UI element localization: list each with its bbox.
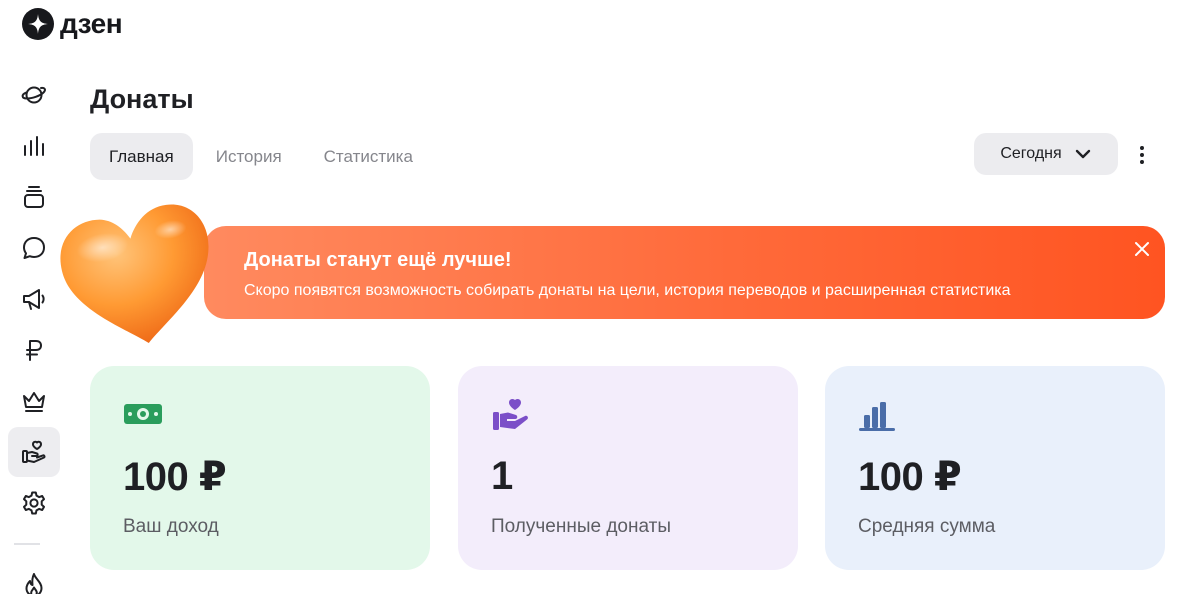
average-amount-value: 100 ₽ <box>858 455 962 499</box>
donations-count-card: 1 Полученные донаты <box>458 366 798 570</box>
hand-heart-icon <box>493 398 528 430</box>
tab-main[interactable]: Главная <box>90 133 193 180</box>
sidebar-item-feed[interactable] <box>8 70 60 120</box>
page-title: Донаты <box>90 84 194 114</box>
bar-chart-icon <box>859 402 895 431</box>
income-card: 100 ₽ Ваш доход <box>90 366 430 570</box>
sidebar-item-settings[interactable] <box>8 478 60 528</box>
period-dropdown[interactable]: Сегодня <box>974 133 1118 175</box>
income-label: Ваш доход <box>123 516 219 537</box>
planet-icon <box>21 86 46 104</box>
fire-icon <box>25 573 43 594</box>
dzen-logo[interactable]: дзен <box>22 8 123 40</box>
sidebar-item-statistics[interactable] <box>8 121 60 171</box>
more-dots-icon <box>1140 146 1144 150</box>
sidebar-item-donations[interactable] <box>8 427 60 477</box>
stats-bars-icon <box>24 136 44 156</box>
gear-icon <box>23 491 45 515</box>
average-amount-card: 100 ₽ Средняя сумма <box>825 366 1165 570</box>
sidebar-divider <box>14 543 40 545</box>
megaphone-icon <box>23 289 45 310</box>
donations-count-label: Полученные донаты <box>491 516 671 537</box>
dzen-logo-icon <box>22 8 54 40</box>
announcement-banner: Донаты станут ещё лучше! Скоро появятся … <box>204 226 1165 319</box>
average-amount-label: Средняя сумма <box>858 516 996 537</box>
chat-bubble-icon <box>23 237 45 259</box>
period-dropdown-value: Сегодня <box>1000 145 1062 162</box>
tab-statistics[interactable]: Статистика <box>305 133 432 180</box>
hand-heart-icon <box>22 440 46 463</box>
crown-icon <box>23 392 45 412</box>
stack-icon <box>24 186 44 208</box>
income-value: 100 ₽ <box>123 455 227 499</box>
sidebar-item-trending[interactable] <box>8 560 60 594</box>
chevron-down-icon <box>1075 149 1090 159</box>
sidebar-item-premium[interactable] <box>8 376 60 426</box>
more-options-button[interactable] <box>1130 143 1154 167</box>
banknote-icon <box>124 404 162 424</box>
tab-history[interactable]: История <box>197 133 301 180</box>
donations-count-value: 1 <box>491 454 513 498</box>
ruble-icon <box>26 340 42 361</box>
close-icon <box>1135 242 1149 256</box>
banner-close-button[interactable] <box>1133 240 1151 258</box>
banner-title: Донаты станут ещё лучше! <box>244 249 512 271</box>
logo-text: дзен <box>60 8 123 39</box>
banner-text: Скоро появятся возможность собирать дона… <box>244 282 1011 299</box>
tabs: Главная История Статистика <box>90 133 432 180</box>
heart-illustration <box>60 204 209 343</box>
